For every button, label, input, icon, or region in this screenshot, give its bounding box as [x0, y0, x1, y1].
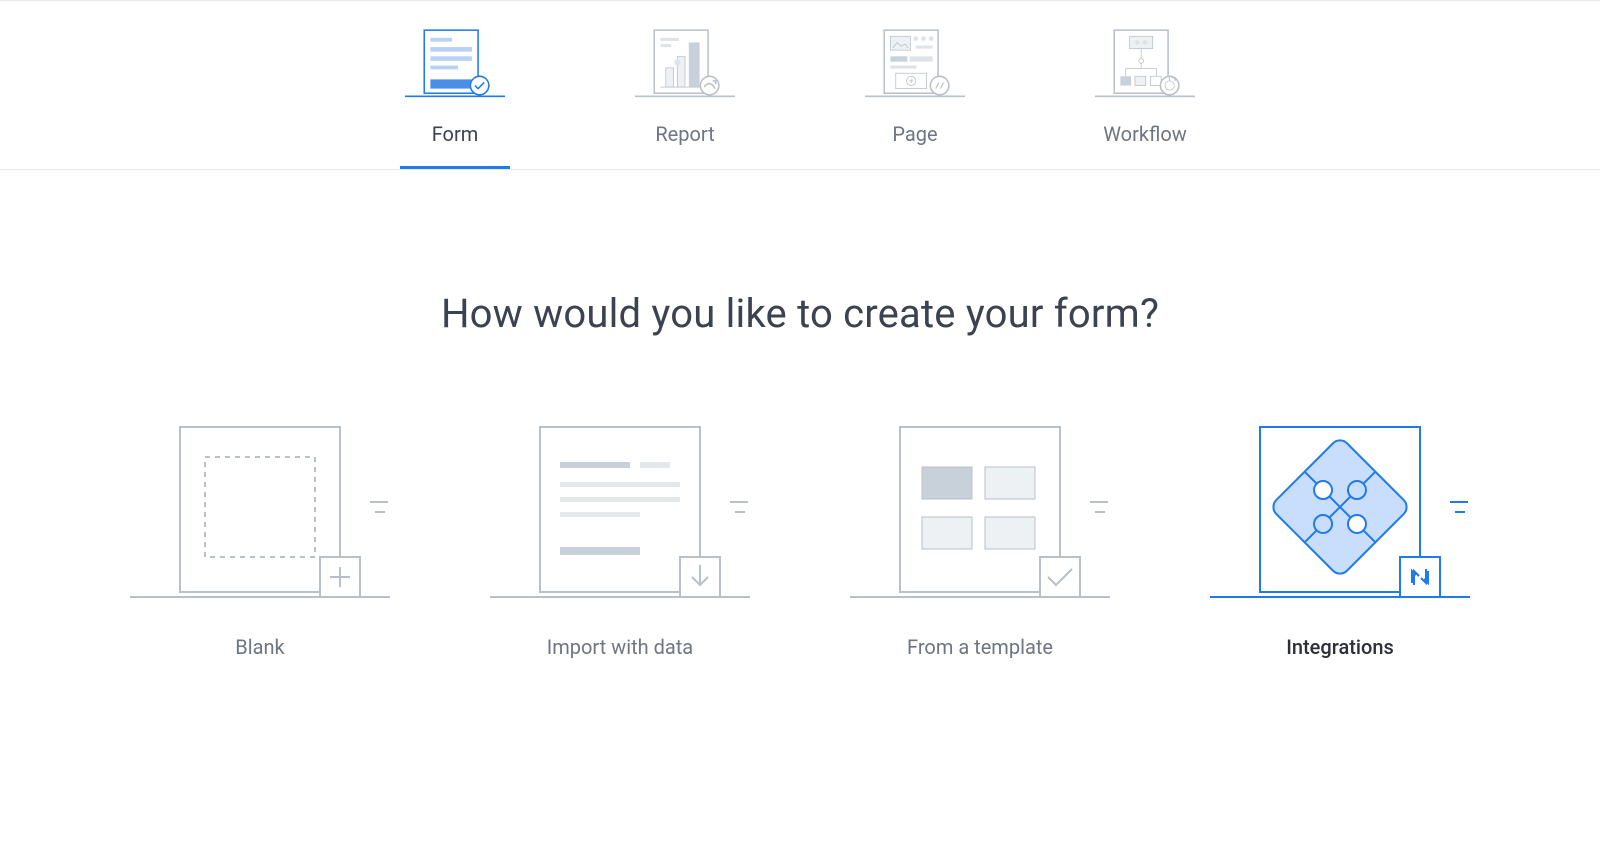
tab-report-label: Report — [655, 122, 714, 146]
option-integrations[interactable]: Integrations — [1200, 417, 1480, 659]
top-tabs: Form Report — [0, 0, 1600, 170]
blank-icon — [120, 417, 400, 607]
tab-page-label: Page — [892, 122, 937, 146]
workflow-icon — [1095, 24, 1195, 104]
template-icon — [840, 417, 1120, 607]
report-icon — [635, 24, 735, 104]
creation-options: Blank Im — [0, 417, 1600, 659]
option-template-label: From a template — [907, 635, 1053, 659]
main-content: How would you like to create your form? … — [0, 170, 1600, 659]
option-import-label: Import with data — [547, 635, 693, 659]
form-icon — [405, 24, 505, 104]
page-heading: How would you like to create your form? — [0, 290, 1600, 337]
tab-workflow-label: Workflow — [1103, 122, 1187, 146]
integrations-icon — [1200, 417, 1480, 607]
option-blank-label: Blank — [235, 635, 284, 659]
page-icon — [865, 24, 965, 104]
tab-form-label: Form — [432, 122, 479, 146]
option-blank[interactable]: Blank — [120, 417, 400, 659]
tab-page[interactable]: Page — [860, 24, 970, 169]
tab-report[interactable]: Report — [630, 24, 740, 169]
option-template[interactable]: From a template — [840, 417, 1120, 659]
import-icon — [480, 417, 760, 607]
tab-workflow[interactable]: Workflow — [1090, 24, 1200, 169]
option-import[interactable]: Import with data — [480, 417, 760, 659]
option-integrations-label: Integrations — [1286, 635, 1394, 659]
tab-form[interactable]: Form — [400, 24, 510, 169]
